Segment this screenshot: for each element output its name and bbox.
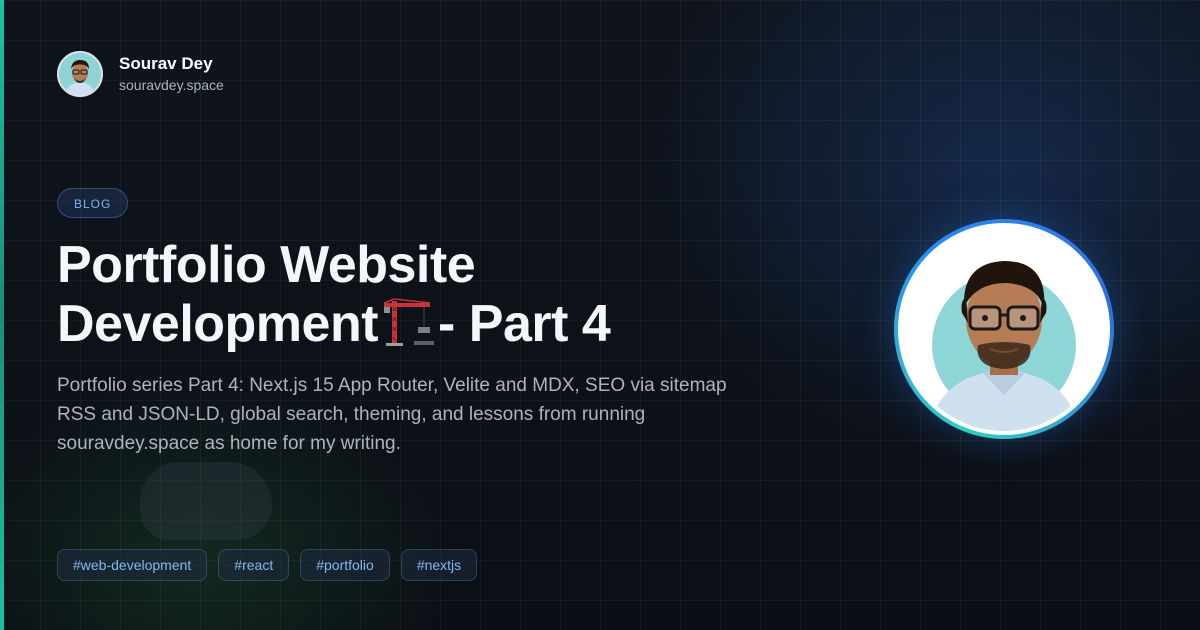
author-avatar bbox=[57, 51, 103, 97]
author-site: souravdey.space bbox=[119, 76, 224, 93]
hero-avatar bbox=[902, 227, 1106, 431]
post-title-development: Development bbox=[57, 295, 379, 353]
author-block[interactable]: Sourav Dey souravdey.space bbox=[57, 51, 224, 97]
person-avatar-icon bbox=[59, 53, 101, 95]
post-title-line-2: Development - Part 4 bbox=[57, 295, 777, 354]
tag-web-development[interactable]: #web-development bbox=[57, 549, 208, 581]
post-description: Portfolio series Part 4: Next.js 15 App … bbox=[57, 375, 727, 454]
left-accent-bar bbox=[0, 0, 4, 630]
decorative-blob bbox=[140, 462, 272, 540]
post-title-part: - Part 4 bbox=[438, 295, 611, 353]
tag-react[interactable]: #react bbox=[218, 549, 290, 581]
author-name: Sourav Dey bbox=[119, 53, 213, 73]
tag-portfolio[interactable]: #portfolio bbox=[300, 549, 390, 581]
category-badge: BLOG bbox=[57, 188, 129, 218]
person-portrait-icon bbox=[902, 227, 1106, 431]
construction-crane-icon bbox=[383, 298, 435, 346]
hero-avatar-ring bbox=[894, 219, 1114, 439]
post-title: Portfolio Website Development - Part 4 bbox=[57, 236, 777, 354]
tag-list: #web-development #react #portfolio #next… bbox=[57, 549, 478, 581]
tag-nextjs[interactable]: #nextjs bbox=[400, 549, 478, 581]
post-title-line-1: Portfolio Website bbox=[57, 236, 476, 294]
